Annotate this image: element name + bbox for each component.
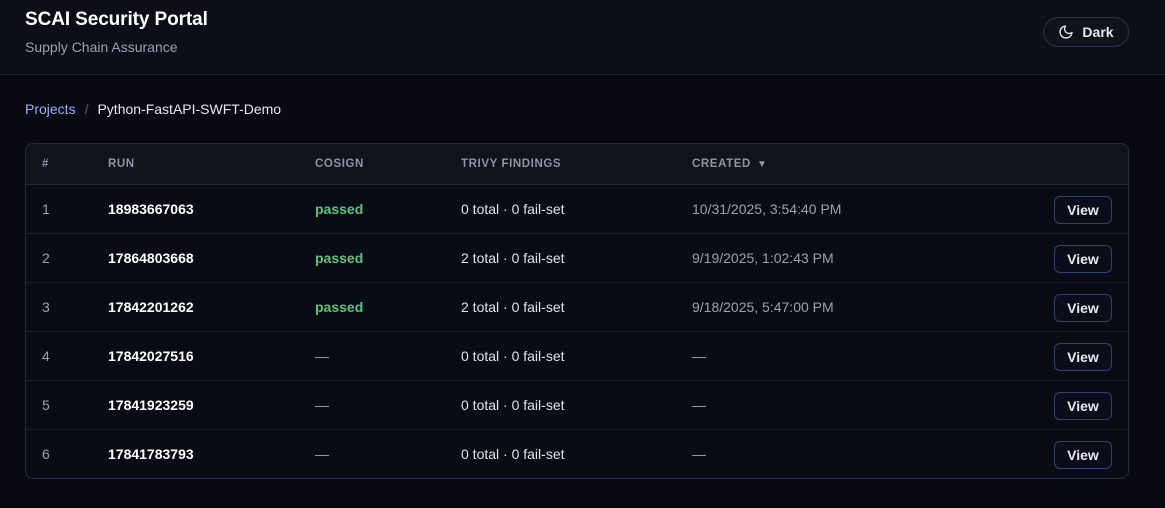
column-header-cosign: COSIGN — [315, 158, 364, 170]
created-timestamp: — — [692, 348, 706, 364]
created-timestamp: 9/19/2025, 1:02:43 PM — [692, 250, 834, 266]
app-header: SCAI Security Portal Supply Chain Assura… — [0, 0, 1165, 75]
created-timestamp: 9/18/2025, 5:47:00 PM — [692, 299, 834, 315]
trivy-findings: 2 total · 0 fail-set — [461, 299, 565, 315]
table-row: 6 17841783793 — 0 total · 0 fail-set — View — [26, 430, 1128, 478]
column-header-trivy-findings: TRIVY FINDINGS — [461, 158, 562, 170]
moon-icon — [1059, 25, 1074, 39]
cosign-status: passed — [315, 201, 364, 217]
table-row: 2 17864803668 passed 2 total · 0 fail-set 9/… — [26, 234, 1128, 283]
run-id: 17841783793 — [108, 446, 194, 462]
run-id: 17842201262 — [108, 299, 194, 315]
theme-toggle-button[interactable]: Dark — [1043, 17, 1129, 47]
run-id: 17842027516 — [108, 348, 194, 364]
run-id: 17864803668 — [108, 250, 194, 266]
view-run-button[interactable]: View — [1054, 294, 1112, 322]
app-subtitle: Supply Chain Assurance — [25, 39, 178, 55]
theme-toggle-label: Dark — [1082, 24, 1114, 40]
trivy-findings: 0 total · 0 fail-set — [461, 397, 565, 413]
view-run-button[interactable]: View — [1054, 441, 1112, 469]
row-index: 4 — [42, 348, 50, 364]
view-run-button[interactable]: View — [1054, 343, 1112, 371]
cosign-status: — — [315, 348, 329, 364]
table-row: 1 18983667063 passed 0 total · 0 fail-set 10… — [26, 185, 1128, 234]
row-index: 3 — [42, 299, 50, 315]
view-run-button[interactable]: View — [1054, 392, 1112, 420]
row-index: 1 — [42, 201, 50, 217]
table-header: # RUN COSIGN TRIVY FINDINGS CREATED ▼ — [26, 144, 1128, 185]
run-id: 18983667063 — [108, 201, 194, 217]
view-run-button[interactable]: View — [1054, 245, 1112, 273]
breadcrumb-projects-link[interactable]: Projects — [25, 101, 76, 117]
trivy-findings: 0 total · 0 fail-set — [461, 446, 565, 462]
view-run-button[interactable]: View — [1054, 196, 1112, 224]
column-header-run: RUN — [108, 158, 135, 170]
trivy-findings: 2 total · 0 fail-set — [461, 250, 565, 266]
sort-descending-icon[interactable]: ▼ — [757, 159, 768, 170]
trivy-findings: 0 total · 0 fail-set — [461, 348, 565, 364]
column-header-created-label: CREATED — [692, 158, 751, 170]
table-row: 4 17842027516 — 0 total · 0 fail-set — View — [26, 332, 1128, 381]
table-body: 1 18983667063 passed 0 total · 0 fail-set 10… — [26, 185, 1128, 478]
cosign-status: passed — [315, 299, 364, 315]
created-timestamp: — — [692, 397, 706, 413]
breadcrumb-current-project: Python-FastAPI-SWFT-Demo — [97, 101, 282, 117]
run-id: 17841923259 — [108, 397, 194, 413]
breadcrumb-separator: / — [84, 101, 89, 117]
row-index: 6 — [42, 446, 50, 462]
breadcrumb: Projects / Python-FastAPI-SWFT-Demo — [25, 101, 281, 117]
cosign-status: — — [315, 446, 329, 462]
column-header-index: # — [42, 158, 49, 170]
cosign-status: passed — [315, 250, 364, 266]
cosign-status: — — [315, 397, 329, 413]
trivy-findings: 0 total · 0 fail-set — [461, 201, 565, 217]
table-row: 3 17842201262 passed 2 total · 0 fail-set 9/… — [26, 283, 1128, 332]
table-row: 5 17841923259 — 0 total · 0 fail-set — View — [26, 381, 1128, 430]
app-title: SCAI Security Portal — [25, 9, 208, 30]
column-header-created[interactable]: CREATED ▼ — [692, 158, 767, 170]
row-index: 5 — [42, 397, 50, 413]
created-timestamp: 10/31/2025, 3:54:40 PM — [692, 201, 842, 217]
row-index: 2 — [42, 250, 50, 266]
runs-table: # RUN COSIGN TRIVY FINDINGS CREATED ▼ 1 18… — [25, 143, 1129, 479]
created-timestamp: — — [692, 446, 706, 462]
